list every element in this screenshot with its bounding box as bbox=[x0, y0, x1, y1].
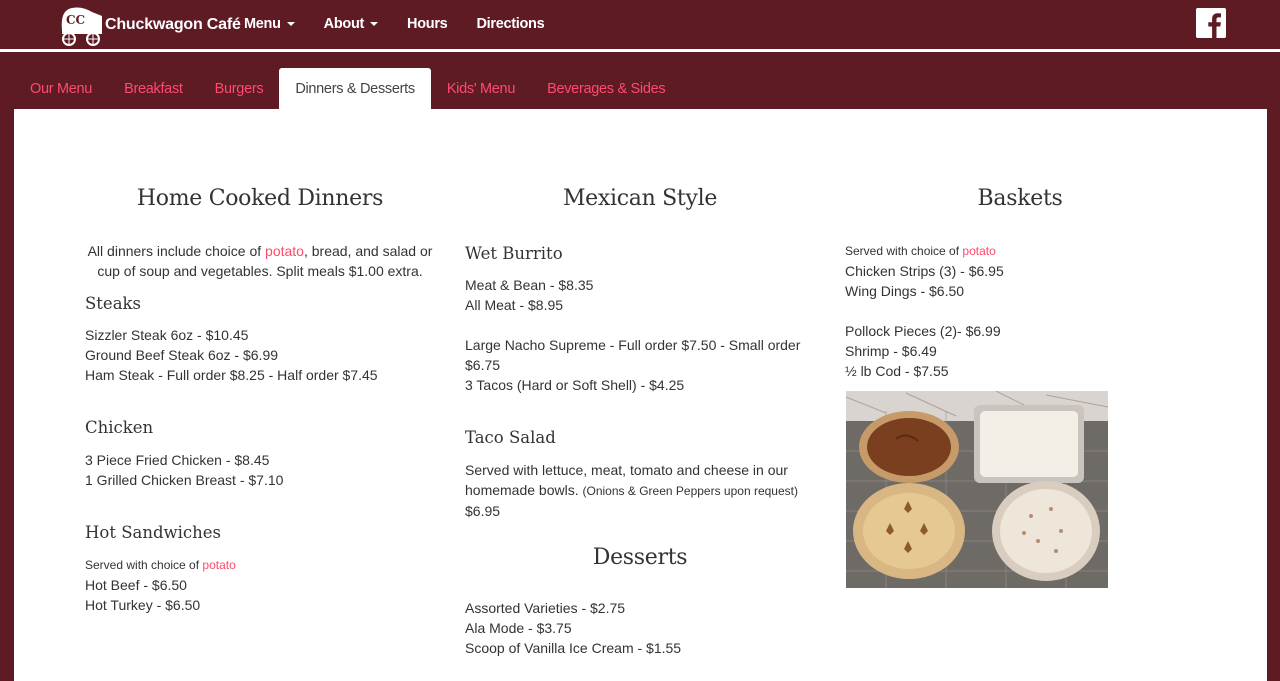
hot-sandwiches-title: Hot Sandwiches bbox=[85, 523, 222, 542]
menu-item: 3 Tacos (Hard or Soft Shell) - $4.25 bbox=[465, 377, 685, 393]
brand-link[interactable]: CC Chuckwagon Café bbox=[58, 4, 241, 46]
menu-item: Pollock Pieces (2)- $6.99 bbox=[845, 323, 1001, 339]
taco-salad-text: Served with lettuce, meat, tomato and ch… bbox=[465, 460, 810, 501]
menu-tabs: Our Menu Breakfast Burgers Dinners & Des… bbox=[14, 68, 681, 109]
tab-dinners-desserts[interactable]: Dinners & Desserts bbox=[279, 68, 431, 109]
menu-item: Ham Steak - Full order $8.25 - Half orde… bbox=[85, 367, 378, 383]
sandwiches-note: Served with choice of potato bbox=[85, 555, 445, 575]
taco-salad-price: $6.95 bbox=[465, 503, 501, 519]
nav-directions-label: Directions bbox=[476, 16, 545, 32]
menu-item: 3 Piece Fried Chicken - $8.45 bbox=[85, 452, 270, 468]
menu-item: Assorted Varieties - $2.75 bbox=[465, 600, 626, 616]
menu-item: ½ lb Cod - $7.55 bbox=[845, 363, 949, 379]
logo-initials: CC bbox=[66, 13, 85, 27]
nav-hours-link[interactable]: Hours bbox=[407, 16, 448, 32]
menu-item: Meat & Bean - $8.35 bbox=[465, 277, 594, 293]
caret-down-icon bbox=[370, 22, 379, 26]
menu-item: Chicken Strips (3) - $6.95 bbox=[845, 263, 1004, 279]
menu-item: Sizzler Steak 6oz - $10.45 bbox=[85, 327, 249, 343]
menu-item: 1 Grilled Chicken Breast - $7.10 bbox=[85, 472, 284, 488]
menu-item: All Meat - $8.95 bbox=[465, 297, 564, 313]
menu-item: Ala Mode - $3.75 bbox=[465, 620, 572, 636]
nacho-tacos-list: Large Nacho Supreme - Full order $7.50 -… bbox=[465, 335, 810, 395]
baskets-note: Served with choice of potato bbox=[845, 241, 1190, 261]
chicken-list: 3 Piece Fried Chicken - $8.45 1 Grilled … bbox=[85, 450, 445, 490]
desserts-title: Desserts bbox=[592, 545, 688, 570]
facebook-icon[interactable] bbox=[1196, 8, 1226, 38]
tab-kids-menu[interactable]: Kids' Menu bbox=[431, 68, 531, 109]
taco-salad-desc: Served with lettuce, meat, tomato and ch… bbox=[465, 460, 810, 521]
dinners-title: Home Cooked Dinners bbox=[136, 186, 384, 211]
dinners-intro-pre: All dinners include choice of bbox=[87, 243, 266, 259]
menu-item: Ground Beef Steak 6oz - $6.99 bbox=[85, 347, 279, 363]
tab-our-menu[interactable]: Our Menu bbox=[14, 68, 108, 109]
brand-name: Chuckwagon Café bbox=[105, 16, 241, 33]
baskets-title: Baskets bbox=[977, 186, 1063, 211]
menu-item: Large Nacho Supreme - Full order $7.50 -… bbox=[465, 337, 801, 373]
wet-burrito-list: Meat & Bean - $8.35 All Meat - $8.95 bbox=[465, 275, 810, 315]
taco-salad-note: (Onions & Green Peppers upon request) bbox=[582, 484, 798, 498]
potato-link[interactable]: potato bbox=[202, 558, 235, 572]
chuckwagon-logo-icon: CC bbox=[61, 7, 102, 46]
wet-burrito-title: Wet Burrito bbox=[465, 244, 563, 263]
mexican-title: Mexican Style bbox=[562, 186, 718, 211]
nav-directions-link[interactable]: Directions bbox=[476, 16, 544, 32]
baskets-list: Served with choice of potato Chicken Str… bbox=[845, 241, 1190, 381]
potato-link[interactable]: potato bbox=[962, 244, 995, 258]
nav-menu-label: Menu bbox=[244, 16, 281, 32]
top-navbar: CC Chuckwagon Café Menu About Hours Dire… bbox=[0, 0, 1280, 48]
main-nav: Menu About Hours Directions bbox=[244, 0, 573, 48]
tab-burgers[interactable]: Burgers bbox=[199, 68, 280, 109]
menu-item: Shrimp - $6.49 bbox=[845, 343, 937, 359]
menu-item: Hot Turkey - $6.50 bbox=[85, 597, 201, 613]
desserts-list: Assorted Varieties - $2.75 Ala Mode - $3… bbox=[465, 598, 810, 658]
menu-item: Scoop of Vanilla Ice Cream - $1.55 bbox=[465, 640, 682, 656]
steaks-title: Steaks bbox=[85, 294, 142, 313]
pies-photo bbox=[846, 391, 1108, 588]
nav-hours-label: Hours bbox=[407, 16, 448, 32]
potato-link[interactable]: potato bbox=[265, 243, 304, 259]
tab-beverages-sides[interactable]: Beverages & Sides bbox=[531, 68, 681, 109]
nav-menu-dropdown[interactable]: Menu bbox=[244, 16, 295, 32]
nav-about-label: About bbox=[323, 16, 365, 32]
tab-breakfast[interactable]: Breakfast bbox=[108, 68, 199, 109]
caret-down-icon bbox=[286, 22, 295, 26]
chicken-title: Chicken bbox=[85, 418, 154, 437]
baskets-note-pre: Served with choice of bbox=[845, 244, 963, 258]
dinners-intro: All dinners include choice of potato, br… bbox=[85, 241, 435, 281]
tab-content-panel: Home Cooked Dinners All dinners include … bbox=[14, 109, 1267, 681]
nav-divider bbox=[0, 49, 1280, 52]
hot-sandwiches-list: Served with choice of potato Hot Beef - … bbox=[85, 555, 445, 615]
steaks-list: Sizzler Steak 6oz - $10.45 Ground Beef S… bbox=[85, 325, 445, 385]
taco-salad-title: Taco Salad bbox=[465, 428, 556, 447]
sandwiches-note-pre: Served with choice of bbox=[85, 558, 203, 572]
nav-about-dropdown[interactable]: About bbox=[323, 16, 379, 32]
menu-item: Hot Beef - $6.50 bbox=[85, 577, 187, 593]
menu-item: Wing Dings - $6.50 bbox=[845, 283, 965, 299]
